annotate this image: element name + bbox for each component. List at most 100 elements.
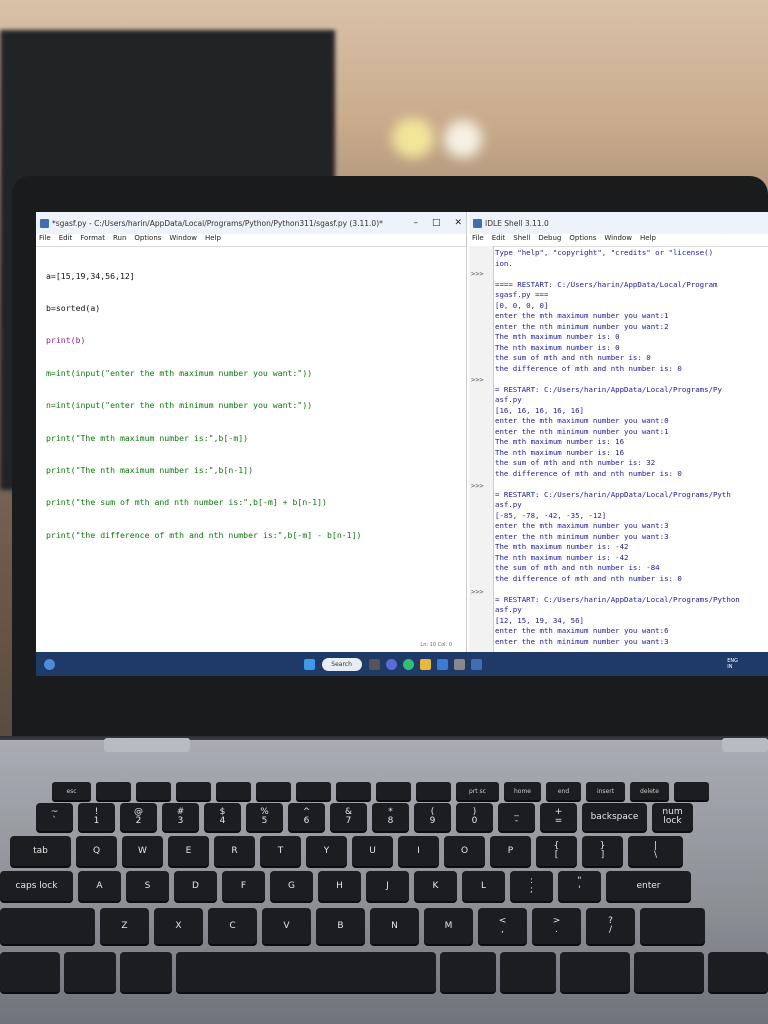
key-@-2[interactable]: @ 2	[120, 803, 157, 831]
key-blank-0-3[interactable]	[176, 782, 211, 800]
key-^-6[interactable]: ^ 6	[288, 803, 325, 831]
key-h[interactable]: H	[318, 871, 361, 901]
key-enter[interactable]: enter	[606, 871, 691, 901]
key-q[interactable]: Q	[76, 836, 117, 866]
key-blank-0-2[interactable]	[136, 782, 171, 800]
key-?-/[interactable]: ? /	[586, 908, 635, 944]
menu-options[interactable]: Options	[134, 234, 161, 246]
key-t[interactable]: T	[260, 836, 301, 866]
key-<-,[interactable]: < ,	[478, 908, 527, 944]
menu-options[interactable]: Options	[569, 234, 596, 246]
key-blank-4-0[interactable]	[0, 908, 95, 944]
menu-file[interactable]: File	[472, 234, 484, 246]
key->-.[interactable]: > .	[532, 908, 581, 944]
key-prt-sc[interactable]: prt sc	[456, 782, 499, 800]
key-)-0[interactable]: ) 0	[456, 803, 493, 831]
key-blank-0-5[interactable]	[256, 782, 291, 800]
key-n[interactable]: N	[370, 908, 419, 944]
key-*-8[interactable]: * 8	[372, 803, 409, 831]
key-&-7[interactable]: & 7	[330, 803, 367, 831]
menu-edit[interactable]: Edit	[59, 234, 73, 246]
key-bottom-7[interactable]	[634, 952, 704, 992]
key-blank-0-9[interactable]	[416, 782, 451, 800]
key-!-1[interactable]: ! 1	[78, 803, 115, 831]
key-blank-0-1[interactable]	[96, 782, 131, 800]
key-$-4[interactable]: $ 4	[204, 803, 241, 831]
key-bottom-6[interactable]	[560, 952, 630, 992]
key-u[interactable]: U	[352, 836, 393, 866]
key-o[interactable]: O	[444, 836, 485, 866]
code-area[interactable]: a=[15,19,34,56,12] b=sorted(a) print(b) …	[36, 247, 466, 564]
key-%-5[interactable]: % 5	[246, 803, 283, 831]
key-backspace[interactable]: backspace	[582, 803, 647, 831]
key-blank-0-7[interactable]	[336, 782, 371, 800]
key-:-;[interactable]: : ;	[510, 871, 553, 901]
file-explorer-icon[interactable]	[419, 658, 431, 670]
key-w[interactable]: W	[122, 836, 163, 866]
key-}-][interactable]: } ]	[582, 836, 623, 866]
key-{-[[interactable]: { [	[536, 836, 577, 866]
shell-titlebar[interactable]: IDLE Shell 3.11.0	[469, 212, 768, 234]
key-bottom-0[interactable]	[0, 952, 60, 992]
minimize-icon[interactable]: –	[413, 218, 418, 228]
task-view-icon[interactable]	[368, 658, 380, 670]
language-indicator[interactable]: ENG IN	[727, 658, 738, 670]
windows-start-icon[interactable]	[303, 658, 315, 670]
key-space[interactable]	[176, 952, 436, 992]
key-e[interactable]: E	[168, 836, 209, 866]
key-+-=[interactable]: + =	[540, 803, 577, 831]
menu-run[interactable]: Run	[113, 234, 126, 246]
browser-icon[interactable]	[402, 658, 414, 670]
menu-edit[interactable]: Edit	[492, 234, 506, 246]
menu-format[interactable]: Format	[80, 234, 105, 246]
key-bottom-4[interactable]	[440, 952, 496, 992]
key-f[interactable]: F	[222, 871, 265, 901]
close-icon[interactable]: ✕	[454, 218, 462, 228]
menu-shell[interactable]: Shell	[513, 234, 530, 246]
key-i[interactable]: I	[398, 836, 439, 866]
key-bottom-5[interactable]	[500, 952, 556, 992]
key-r[interactable]: R	[214, 836, 255, 866]
key-b[interactable]: B	[316, 908, 365, 944]
key-bottom-2[interactable]	[120, 952, 172, 992]
chat-icon[interactable]	[385, 658, 397, 670]
key-(-9[interactable]: ( 9	[414, 803, 451, 831]
editor-window[interactable]: *sgasf.py - C:/Users/harin/AppData/Local…	[36, 212, 467, 652]
key-home[interactable]: home	[504, 782, 541, 800]
shell-output[interactable]: Type "help", "copyright", "credits" or "…	[495, 248, 767, 647]
key-blank-0-8[interactable]	[376, 782, 411, 800]
key-end[interactable]: end	[546, 782, 581, 800]
key-bottom-8[interactable]	[708, 952, 768, 992]
key-esc[interactable]: esc	[52, 782, 91, 800]
key-blank-0-15[interactable]	[674, 782, 709, 800]
key-#-3[interactable]: # 3	[162, 803, 199, 831]
key-l[interactable]: L	[462, 871, 505, 901]
menu-help[interactable]: Help	[640, 234, 656, 246]
key-v[interactable]: V	[262, 908, 311, 944]
key-"-'[interactable]: " '	[558, 871, 601, 901]
maximize-icon[interactable]: □	[432, 218, 441, 228]
key-d[interactable]: D	[174, 871, 217, 901]
key-bottom-1[interactable]	[64, 952, 116, 992]
key-s[interactable]: S	[126, 871, 169, 901]
key-x[interactable]: X	[154, 908, 203, 944]
key-insert[interactable]: insert	[586, 782, 625, 800]
key-k[interactable]: K	[414, 871, 457, 901]
key-g[interactable]: G	[270, 871, 313, 901]
menu-window[interactable]: Window	[169, 234, 197, 246]
key-tab[interactable]: tab	[10, 836, 71, 866]
menu-window[interactable]: Window	[604, 234, 632, 246]
key-caps-lock[interactable]: caps lock	[0, 871, 73, 901]
menu-file[interactable]: File	[39, 234, 51, 246]
key-j[interactable]: J	[366, 871, 409, 901]
key-delete[interactable]: delete	[630, 782, 669, 800]
menu-help[interactable]: Help	[205, 234, 221, 246]
taskbar-search[interactable]: Search	[321, 657, 362, 671]
shell-window[interactable]: IDLE Shell 3.11.0 File Edit Shell Debug …	[469, 212, 768, 652]
key-blank-0-4[interactable]	[216, 782, 251, 800]
key-y[interactable]: Y	[306, 836, 347, 866]
editor-titlebar[interactable]: *sgasf.py - C:/Users/harin/AppData/Local…	[36, 212, 466, 234]
key-z[interactable]: Z	[100, 908, 149, 944]
python-idle-icon[interactable]	[470, 658, 482, 670]
key-_--[interactable]: _ -	[498, 803, 535, 831]
